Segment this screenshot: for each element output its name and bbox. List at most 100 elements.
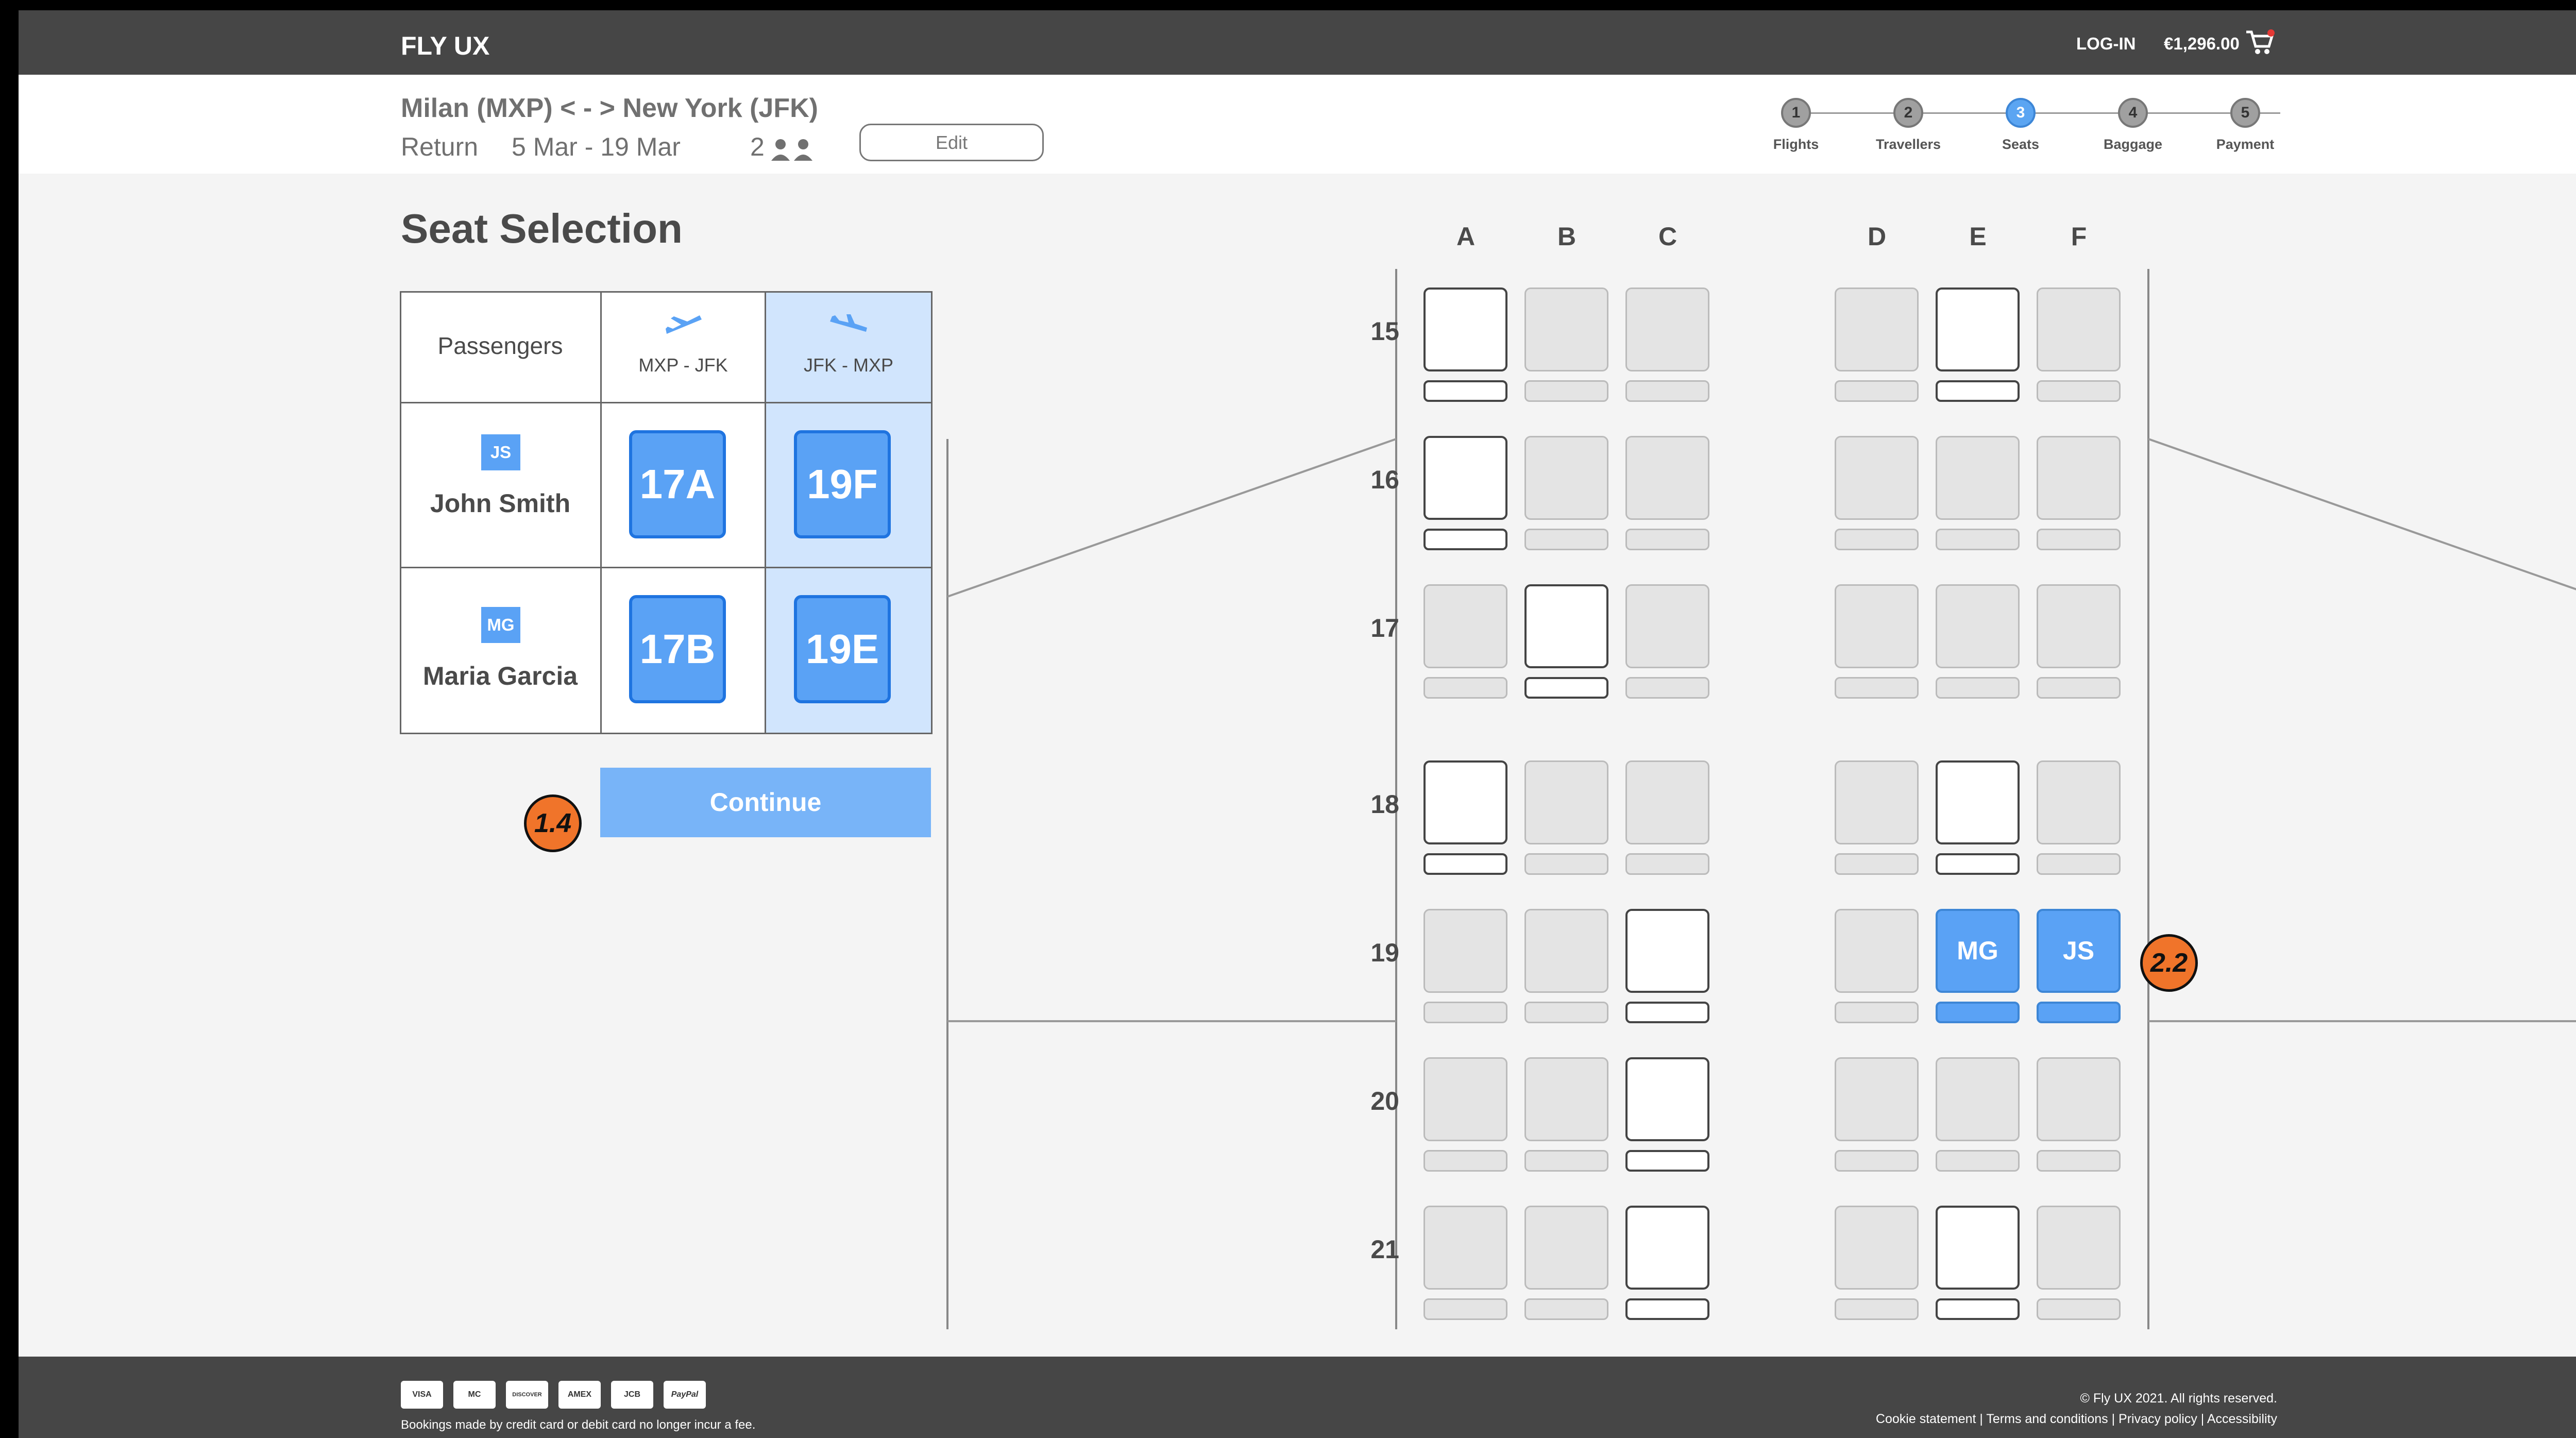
continue-button[interactable]: Continue xyxy=(600,768,931,837)
trip-dates: 5 Mar - 19 Mar xyxy=(512,132,681,161)
avatar: JS xyxy=(481,434,520,470)
table-header-return[interactable]: JFK - MXP xyxy=(765,291,933,403)
return-seat-badge[interactable]: 19F xyxy=(794,430,891,538)
step-payment[interactable]: 5 xyxy=(2230,98,2260,128)
trip-type: Return xyxy=(401,132,479,161)
table-header-outbound[interactable]: MXP - JFK xyxy=(600,291,766,403)
seat-19F[interactable]: JS xyxy=(2037,909,2121,993)
annotation-callout: 2.2 xyxy=(2140,934,2198,992)
seat-row-label: 20 xyxy=(1370,1087,1399,1115)
seat-19D xyxy=(1835,909,1919,993)
amex-card-icon: AMEX xyxy=(558,1381,601,1409)
seat-cushion xyxy=(2037,380,2121,402)
seat-column-label: A xyxy=(1456,222,1476,251)
seat-cushion xyxy=(1524,1002,1608,1023)
step-baggage[interactable]: 4 xyxy=(2118,98,2148,128)
seat-cushion xyxy=(1835,677,1919,699)
seat-row-label: 19 xyxy=(1370,938,1399,967)
seat-cushion xyxy=(1423,1002,1507,1023)
passengers-icon xyxy=(771,139,812,161)
seat-cushion xyxy=(2037,1002,2121,1023)
footer-links[interactable]: Cookie statement | Terms and conditions … xyxy=(1667,1412,2277,1427)
seat-20D xyxy=(1835,1057,1919,1141)
step-travellers[interactable]: 2 xyxy=(1893,98,1923,128)
outbound-route-label: MXP - JFK xyxy=(638,354,728,376)
copyright: © Fly UX 2021. All rights reserved. xyxy=(2080,1391,2277,1406)
return-seat-cell: 19E xyxy=(765,567,933,734)
seat-cushion xyxy=(1524,380,1608,402)
seat-cushion xyxy=(1936,1002,2020,1023)
seat-cushion xyxy=(2037,853,2121,875)
seat-17D xyxy=(1835,584,1919,668)
seat-cushion xyxy=(1423,853,1507,875)
seat-cushion xyxy=(1835,380,1919,402)
step-label-payment: Payment xyxy=(2216,137,2275,152)
seat-17F xyxy=(2037,584,2121,668)
seat-15A[interactable] xyxy=(1423,287,1507,371)
passenger-name: Maria Garcia xyxy=(422,662,578,690)
arriving-plane-icon xyxy=(830,314,867,332)
seat-cushion xyxy=(1835,1002,1919,1023)
seat-16E xyxy=(1936,436,2020,520)
seat-cushion xyxy=(1524,1150,1608,1172)
paypal-icon: PayPal xyxy=(664,1381,706,1409)
seat-cushion xyxy=(1936,853,2020,875)
passengers-header-label: Passengers xyxy=(437,332,563,359)
seat-20C[interactable] xyxy=(1625,1057,1709,1141)
seat-cushion xyxy=(1625,853,1709,875)
page-title: Seat Selection xyxy=(401,206,683,251)
edit-trip-button[interactable]: Edit xyxy=(859,124,1044,161)
seat-cushion xyxy=(1423,1298,1507,1320)
brand-logo[interactable]: FLY UX xyxy=(401,31,489,61)
step-seats[interactable]: 3 xyxy=(2006,98,2036,128)
return-seat-cell: 19F xyxy=(765,402,933,568)
seat-18D xyxy=(1835,760,1919,844)
seat-19E[interactable]: MG xyxy=(1936,909,2020,993)
seat-20A xyxy=(1423,1057,1507,1141)
seat-column-label: F xyxy=(2071,222,2087,251)
seat-cushion xyxy=(1625,529,1709,550)
seat-21E[interactable] xyxy=(1936,1206,2020,1290)
seat-cushion xyxy=(1936,1298,2020,1320)
cart-total[interactable]: €1,296.00 xyxy=(2164,34,2240,54)
seat-column-label: B xyxy=(1557,222,1577,251)
return-seat-badge[interactable]: 19E xyxy=(794,595,891,703)
seat-cushion xyxy=(1423,677,1507,699)
seat-20B xyxy=(1524,1057,1608,1141)
outbound-seat-badge[interactable]: 17A xyxy=(629,430,726,538)
seat-column-label: E xyxy=(1969,222,1987,251)
route-title: Milan (MXP) < - > New York (JFK) xyxy=(401,93,818,123)
seat-18A[interactable] xyxy=(1423,760,1507,844)
seat-cushion xyxy=(1936,529,2020,550)
seat-cushion xyxy=(2037,677,2121,699)
seat-cushion xyxy=(1625,1002,1709,1023)
seat-cushion xyxy=(1423,380,1507,402)
return-route-label: JFK - MXP xyxy=(803,354,893,376)
seat-cushion xyxy=(1524,853,1608,875)
departing-plane-icon xyxy=(666,315,702,334)
seat-cushion xyxy=(1625,1298,1709,1320)
shopping-cart-icon[interactable] xyxy=(2244,28,2275,57)
seat-cushion xyxy=(1936,677,2020,699)
seat-18E[interactable] xyxy=(1936,760,2020,844)
seat-17B[interactable] xyxy=(1524,584,1608,668)
seat-18B xyxy=(1524,760,1608,844)
stepper-track xyxy=(1796,112,2280,114)
passenger-cell-john: JS John Smith xyxy=(400,402,602,568)
outbound-seat-badge[interactable]: 17B xyxy=(629,595,726,703)
seat-16A[interactable] xyxy=(1423,436,1507,520)
seat-16D xyxy=(1835,436,1919,520)
seat-cushion xyxy=(2037,1298,2121,1320)
outbound-seat-cell: 17B xyxy=(600,567,766,734)
step-flights[interactable]: 1 xyxy=(1781,98,1811,128)
seat-15E[interactable] xyxy=(1936,287,2020,371)
login-link[interactable]: LOG-IN xyxy=(2076,34,2136,54)
seat-cushion xyxy=(1625,380,1709,402)
seat-cushion xyxy=(2037,1150,2121,1172)
seat-17A xyxy=(1423,584,1507,668)
seat-19C[interactable] xyxy=(1625,909,1709,993)
seat-21C[interactable] xyxy=(1625,1206,1709,1290)
seat-18F xyxy=(2037,760,2121,844)
seat-cushion xyxy=(1936,380,2020,402)
seat-15B xyxy=(1524,287,1608,371)
